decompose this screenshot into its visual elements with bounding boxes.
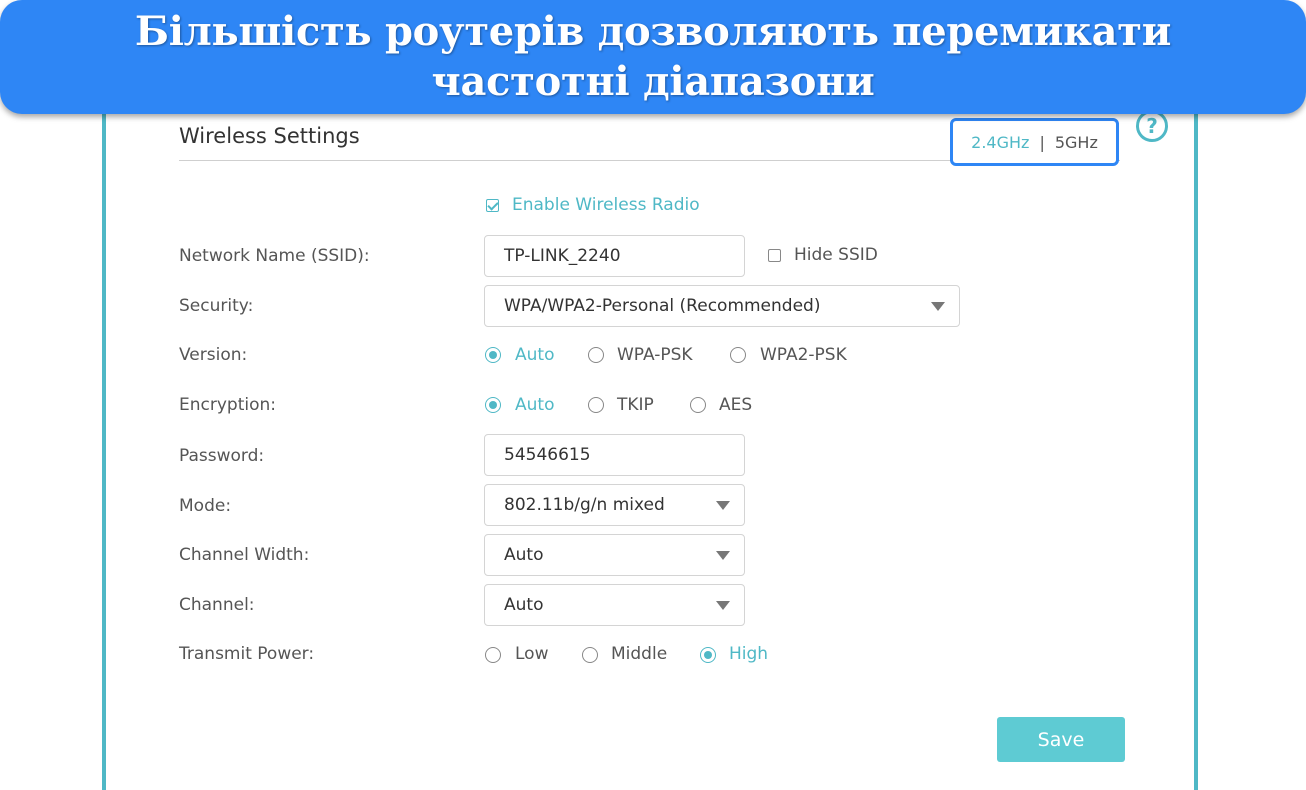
password-label: Password: <box>179 446 265 466</box>
ssid-value: TP-LINK_2240 <box>504 246 621 266</box>
mode-label: Mode: <box>179 496 232 516</box>
mode-select[interactable]: 802.11b/g/n mixed <box>484 484 745 526</box>
page-title: Wireless Settings <box>179 124 360 148</box>
password-value: 54546615 <box>504 445 591 465</box>
frequency-band-switch: 2.4GHz | 5GHz <box>950 118 1119 166</box>
transmit-low-label[interactable]: Low <box>515 644 548 664</box>
hide-ssid-checkbox[interactable] <box>768 249 781 262</box>
version-auto-radio[interactable] <box>485 347 501 363</box>
version-wpa-psk-label[interactable]: WPA-PSK <box>617 345 693 365</box>
banner-line-1: Більшість роутерів дозволяють перемикати <box>134 8 1172 55</box>
save-button[interactable]: Save <box>997 717 1125 762</box>
channel-width-select[interactable]: Auto <box>484 534 745 576</box>
encryption-aes-radio[interactable] <box>690 397 706 413</box>
band-5ghz-link[interactable]: 5GHz <box>1055 133 1098 152</box>
chevron-down-icon <box>716 551 730 560</box>
version-wpa-psk-radio[interactable] <box>588 347 604 363</box>
enable-wireless-radio-checkbox[interactable] <box>486 199 499 212</box>
transmit-high-radio[interactable] <box>700 647 716 663</box>
band-separator: | <box>1039 132 1045 152</box>
chevron-down-icon <box>716 501 730 510</box>
question-circle-icon[interactable]: ? <box>1136 110 1168 142</box>
channel-width-label: Channel Width: <box>179 545 310 565</box>
router-settings-panel <box>102 60 1198 790</box>
caption-banner: Більшість роутерів дозволяють перемикати… <box>0 0 1306 114</box>
ssid-label: Network Name (SSID): <box>179 246 370 266</box>
version-wpa2-psk-label[interactable]: WPA2-PSK <box>760 345 847 365</box>
channel-select[interactable]: Auto <box>484 584 745 626</box>
channel-width-value: Auto <box>504 545 544 565</box>
version-auto-label[interactable]: Auto <box>515 345 554 365</box>
security-label: Security: <box>179 296 254 316</box>
ssid-input[interactable]: TP-LINK_2240 <box>484 235 745 277</box>
transmit-low-radio[interactable] <box>485 647 501 663</box>
banner-line-2: частотні діапазони <box>431 58 875 105</box>
channel-label: Channel: <box>179 595 255 615</box>
transmit-middle-label[interactable]: Middle <box>611 644 667 664</box>
mode-value: 802.11b/g/n mixed <box>504 495 665 515</box>
channel-value: Auto <box>504 595 544 615</box>
transmit-middle-radio[interactable] <box>582 647 598 663</box>
encryption-tkip-label[interactable]: TKIP <box>617 395 654 415</box>
chevron-down-icon <box>931 302 945 311</box>
version-wpa2-psk-radio[interactable] <box>730 347 746 363</box>
enable-wireless-radio-label[interactable]: Enable Wireless Radio <box>512 195 700 215</box>
security-value: WPA/WPA2-Personal (Recommended) <box>504 296 821 316</box>
band-2-4ghz-link[interactable]: 2.4GHz <box>971 133 1029 152</box>
encryption-tkip-radio[interactable] <box>588 397 604 413</box>
transmit-high-label[interactable]: High <box>729 644 768 664</box>
security-select[interactable]: WPA/WPA2-Personal (Recommended) <box>484 285 960 327</box>
encryption-aes-label[interactable]: AES <box>719 395 752 415</box>
encryption-auto-radio[interactable] <box>485 397 501 413</box>
hide-ssid-label[interactable]: Hide SSID <box>794 245 878 265</box>
chevron-down-icon <box>716 601 730 610</box>
transmit-power-label: Transmit Power: <box>179 644 315 664</box>
version-label: Version: <box>179 345 248 365</box>
encryption-auto-label[interactable]: Auto <box>515 395 554 415</box>
password-input[interactable]: 54546615 <box>484 434 745 476</box>
encryption-label: Encryption: <box>179 395 276 415</box>
